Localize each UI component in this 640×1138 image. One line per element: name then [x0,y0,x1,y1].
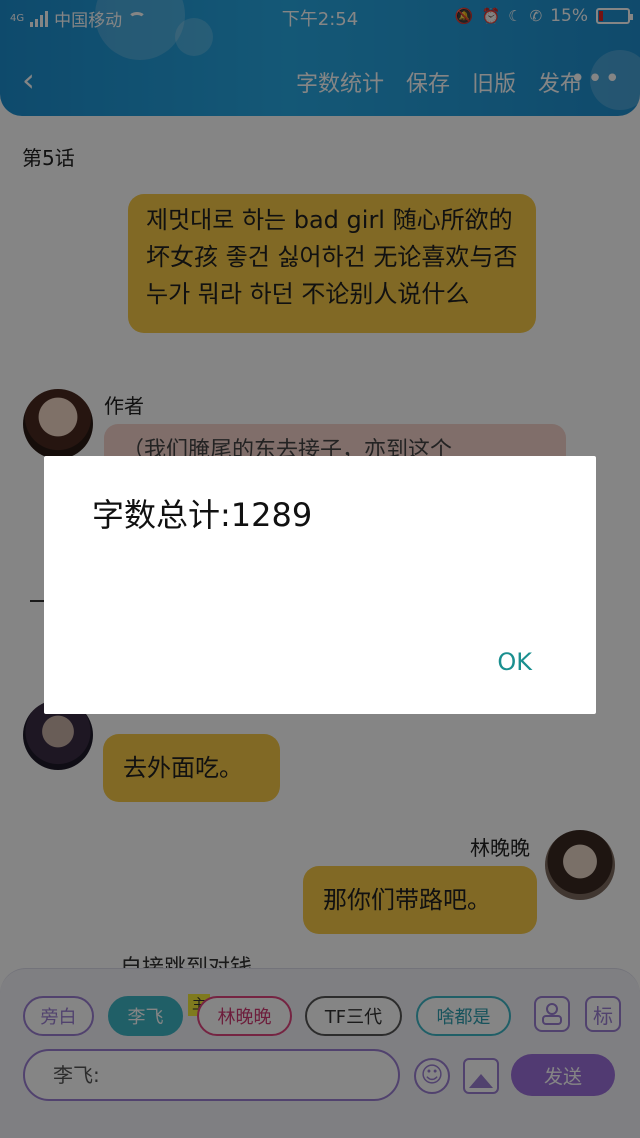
word-count-dialog: 字数总计:1289 OK [44,456,596,714]
dialog-message: 字数总计:1289 [92,496,313,534]
ok-button[interactable]: OK [497,648,532,676]
